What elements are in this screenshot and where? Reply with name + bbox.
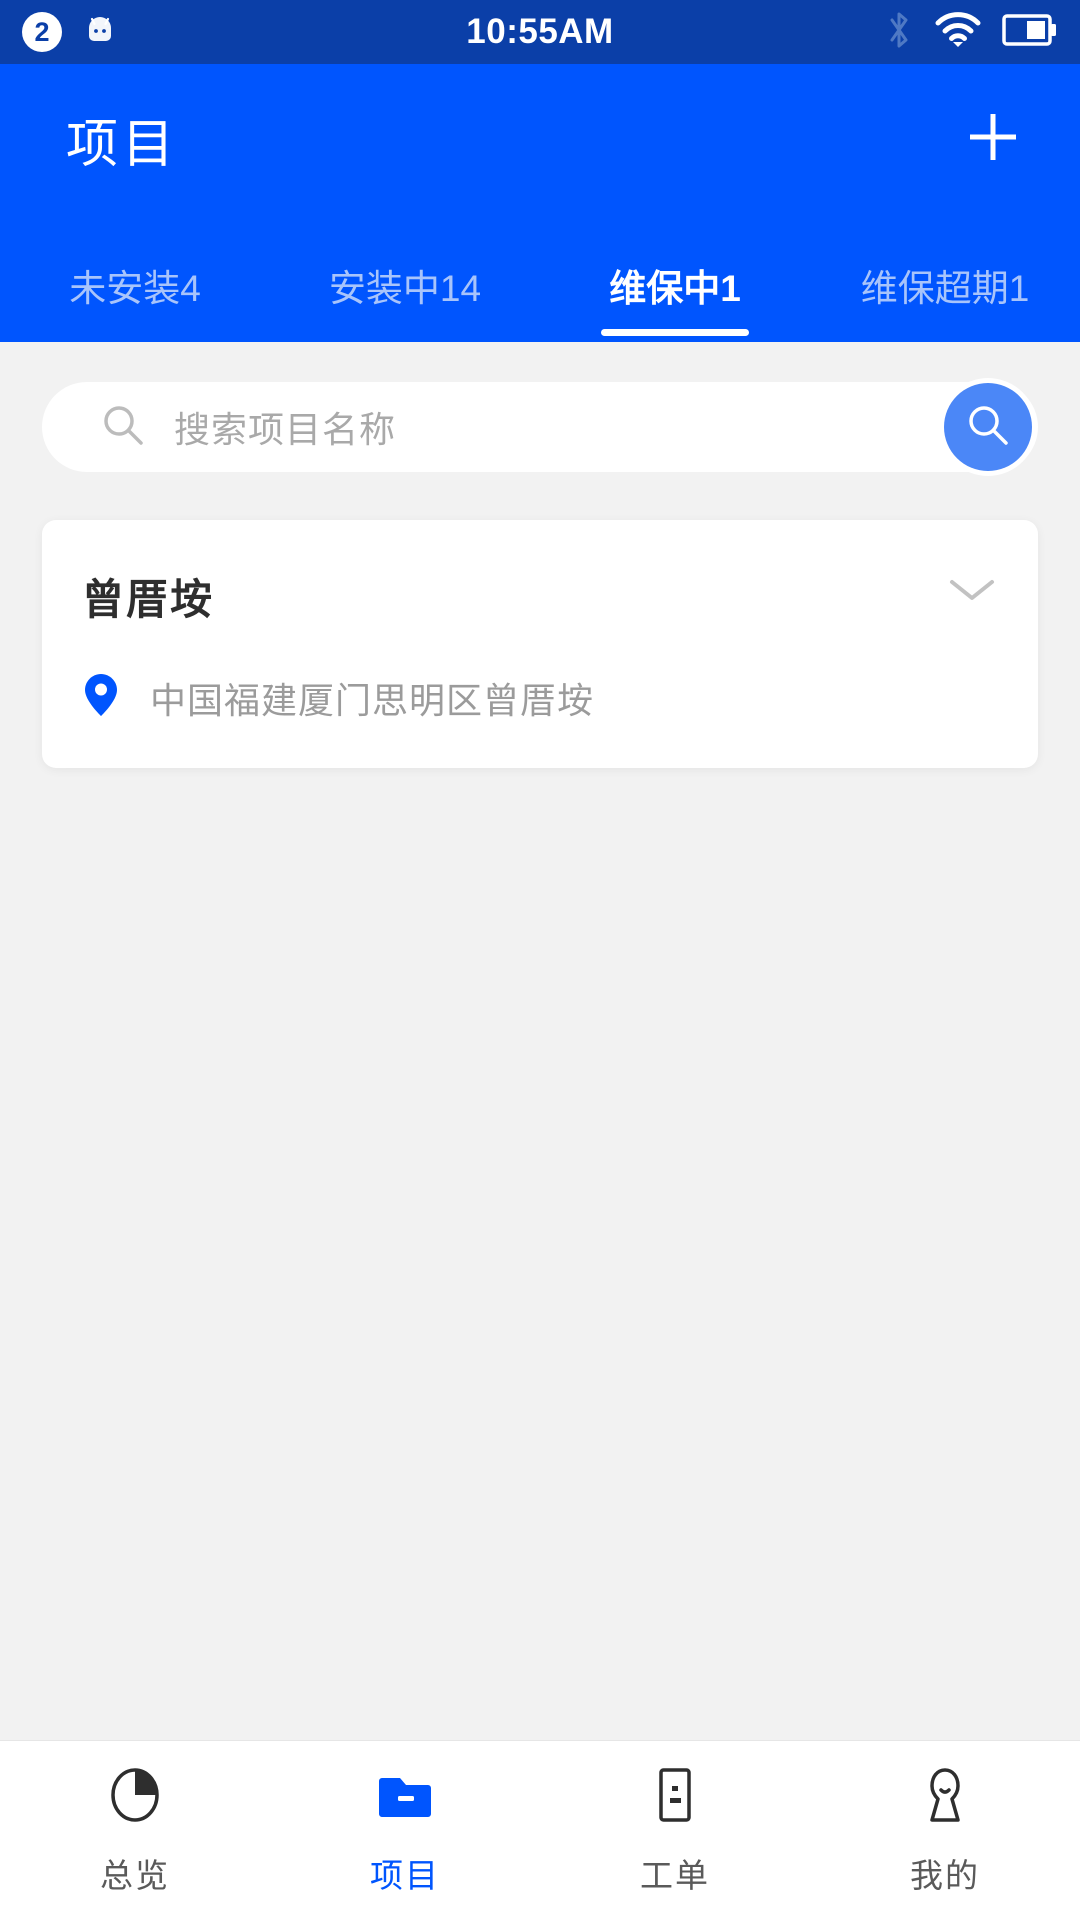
tab-maintenance-overdue[interactable]: 维保超期1 [810,236,1080,312]
tab-label: 维保中1 [609,268,741,309]
search-bar[interactable]: 搜索项目名称 [42,382,1038,472]
search-submit-button[interactable] [944,383,1032,471]
document-icon [644,1764,706,1831]
notification-count-badge: 2 [22,12,62,52]
nav-label: 项目 [370,1857,440,1894]
location-pin-icon [82,671,120,724]
plus-icon [962,106,1024,173]
nav-item-profile[interactable]: 我的 [810,1764,1080,1897]
pie-chart-icon [104,1764,166,1831]
tab-label: 未安装4 [69,268,201,309]
nav-item-projects[interactable]: 项目 [270,1764,540,1897]
nav-item-workorders[interactable]: 工单 [540,1764,810,1897]
main-content: 搜索项目名称 曾厝垵 中国福建厦门思明区曾厝垵 [0,342,1080,1740]
wifi-icon [934,10,982,55]
app-root: 2 10:55AM 项目 未安装4 安装中14 维保中1 维保超期1 搜索项目名… [0,0,1080,1920]
bluetooth-icon [884,9,914,56]
page-title: 项目 [66,115,179,174]
search-icon [100,402,146,453]
project-address: 中国福建厦门思明区曾厝垵 [150,679,595,721]
project-name: 曾厝垵 [82,576,215,623]
search-input[interactable]: 搜索项目名称 [174,401,396,453]
project-expand-button[interactable] [946,566,998,611]
person-icon [914,1764,976,1831]
chevron-down-icon [946,580,998,610]
tab-label: 维保超期1 [860,268,1030,309]
nav-label: 工单 [640,1857,710,1894]
project-list: 曾厝垵 中国福建厦门思明区曾厝垵 [0,472,1080,768]
project-card-header: 曾厝垵 [82,566,998,627]
search-section: 搜索项目名称 [0,342,1080,472]
nav-label: 总览 [100,1857,170,1894]
add-project-button[interactable] [954,100,1032,178]
tab-maintenance[interactable]: 维保中1 [540,236,810,336]
active-tab-indicator [601,329,749,336]
project-address-row: 中国福建厦门思明区曾厝垵 [82,671,998,724]
status-bar-left: 2 [22,10,120,55]
nav-item-overview[interactable]: 总览 [0,1764,270,1897]
folder-icon [374,1764,436,1831]
tab-not-installed[interactable]: 未安装4 [0,236,270,312]
nav-label: 我的 [910,1857,980,1894]
battery-icon [1002,13,1058,52]
tab-label: 安装中14 [328,268,482,309]
status-bar-right [884,9,1058,56]
status-bar: 2 10:55AM [0,0,1080,64]
tab-installing[interactable]: 安装中14 [270,236,540,312]
header-top-row: 项目 [0,64,1080,214]
android-robot-icon [80,10,120,55]
bottom-navigation: 总览 项目 工单 我的 [0,1740,1080,1920]
project-card[interactable]: 曾厝垵 中国福建厦门思明区曾厝垵 [42,520,1038,768]
search-icon [964,401,1012,454]
status-tabs: 未安装4 安装中14 维保中1 维保超期1 [0,214,1080,342]
app-header: 项目 未安装4 安装中14 维保中1 维保超期1 [0,64,1080,342]
